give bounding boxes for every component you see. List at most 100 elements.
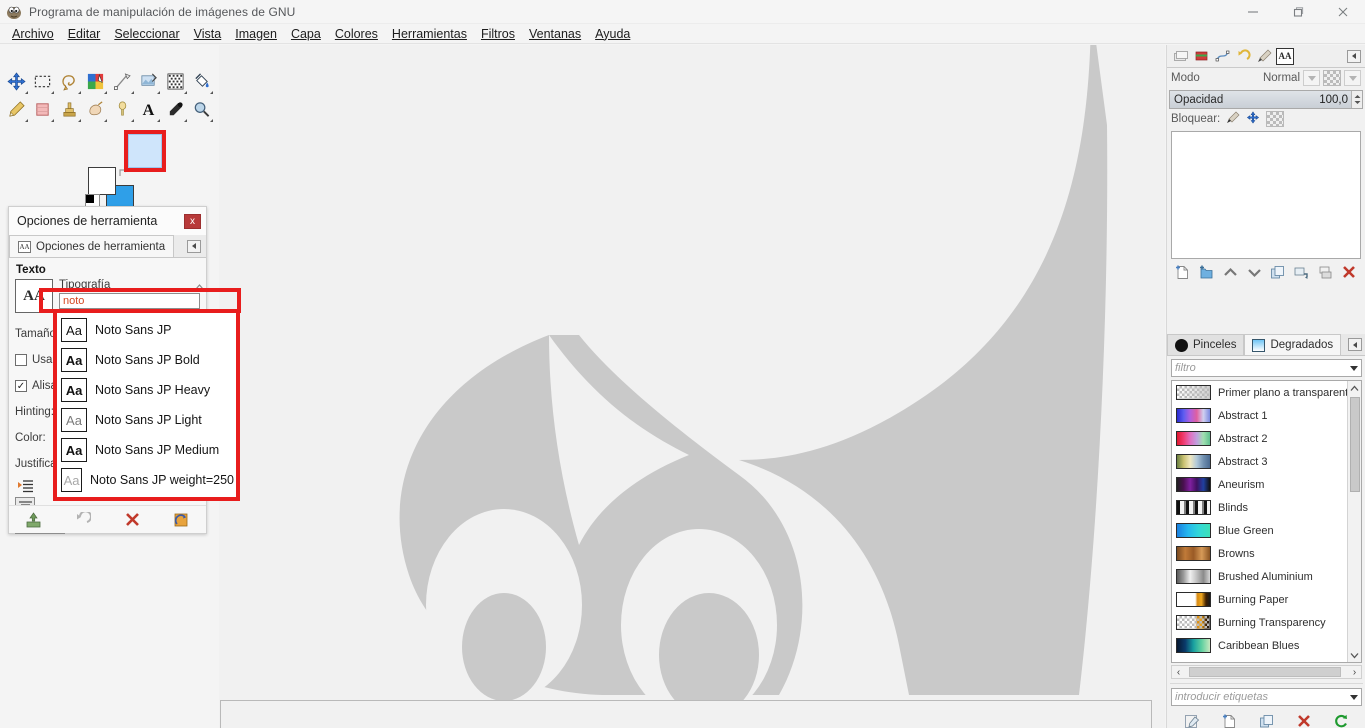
gradients-list[interactable]: Primer plano a transparente Abstract 1 A… (1171, 380, 1362, 663)
fuzzy-select-tool[interactable] (83, 67, 110, 95)
gradient-list-item[interactable]: Browns (1172, 542, 1347, 565)
layer-mode-dropdown[interactable] (1303, 70, 1320, 86)
raise-layer-button[interactable] (1220, 263, 1240, 281)
font-list-scroll-up[interactable] (193, 277, 206, 297)
menu-imagen[interactable]: Imagen (228, 26, 284, 42)
gradient-list-item[interactable]: Burning Transparency (1172, 611, 1347, 634)
restore-tool-preset-button[interactable] (71, 510, 95, 530)
font-dropdown-popup[interactable]: Aa Noto Sans JP Aa Noto Sans JP Bold Aa … (53, 309, 240, 501)
color-picker-tool[interactable] (162, 95, 189, 123)
menu-filtros[interactable]: Filtros (474, 26, 522, 42)
menu-ventanas[interactable]: Ventanas (522, 26, 588, 42)
font-list-item[interactable]: Aa Noto Sans JP weight=250 (59, 465, 234, 495)
gradient-list-item[interactable]: Abstract 1 (1172, 404, 1347, 427)
bucket-fill-tool[interactable] (189, 67, 216, 95)
gradient-list-item[interactable]: Abstract 2 (1172, 427, 1347, 450)
gradients-vertical-scrollbar[interactable] (1347, 381, 1361, 662)
lock-alpha-button[interactable] (1266, 111, 1285, 127)
font-list-item[interactable]: Aa Noto Sans JP Bold (59, 345, 234, 375)
chevron-down-icon[interactable] (1350, 365, 1358, 371)
composite-space-dropdown[interactable] (1344, 70, 1361, 86)
scroll-left-icon[interactable]: ‹ (1172, 667, 1185, 678)
menu-capa[interactable]: Capa (284, 26, 328, 42)
opacity-spinner[interactable] (1351, 91, 1362, 108)
menu-vista[interactable]: Vista (187, 26, 229, 42)
scroll-right-icon[interactable]: › (1348, 667, 1361, 678)
new-layer-button[interactable] (1173, 263, 1193, 281)
save-tool-preset-button[interactable] (22, 510, 46, 530)
menu-herramientas[interactable]: Herramientas (385, 26, 474, 42)
duplicate-layer-button[interactable] (1268, 263, 1288, 281)
new-gradient-button[interactable] (1219, 712, 1239, 728)
antialias-checkbox[interactable]: ✓ (15, 380, 27, 392)
lock-position-button[interactable] (1246, 111, 1260, 127)
foreground-color-swatch[interactable] (88, 167, 116, 195)
gradient-list-item[interactable]: Primer plano a transparente (1172, 381, 1354, 404)
tab-undo-history[interactable] (1234, 48, 1252, 65)
menu-seleccionar[interactable]: Seleccionar (107, 26, 186, 42)
gradient-list-item[interactable]: Blinds (1172, 496, 1347, 519)
gradient-list-item[interactable]: Brushed Aluminium (1172, 565, 1347, 588)
layers-dock-menu-button[interactable] (1347, 49, 1361, 63)
gradient-list-item[interactable]: Blue Green (1172, 519, 1347, 542)
maximize-button[interactable] (1275, 0, 1320, 24)
image-canvas[interactable] (219, 45, 1165, 728)
reset-tool-options-button[interactable] (169, 510, 193, 530)
eraser-tool[interactable] (30, 95, 57, 123)
delete-gradient-button[interactable] (1294, 712, 1314, 728)
tab-gradients-panel[interactable]: Degradados (1244, 334, 1342, 355)
lock-pixels-button[interactable] (1226, 111, 1240, 127)
hscroll-track[interactable] (1185, 667, 1348, 677)
edit-gradient-button[interactable] (1182, 712, 1202, 728)
chevron-down-icon[interactable] (1350, 694, 1358, 700)
tab-channels[interactable] (1192, 48, 1210, 65)
anchor-layer-button[interactable] (1292, 263, 1312, 281)
font-preview-box[interactable]: AA (15, 279, 53, 313)
tool-options-tab-menu-button[interactable] (187, 239, 201, 253)
close-button[interactable] (1320, 0, 1365, 24)
gradient-list-item[interactable]: Caribbean Blues (1172, 634, 1347, 657)
new-layer-group-button[interactable] (1197, 263, 1217, 281)
transform-tool[interactable] (162, 67, 189, 95)
delete-tool-preset-button[interactable] (120, 510, 144, 530)
composite-mode-button[interactable] (1323, 70, 1341, 86)
free-select-tool[interactable] (56, 67, 83, 95)
tab-brushes[interactable] (1255, 48, 1273, 65)
gradient-list-item[interactable]: Abstract 3 (1172, 450, 1347, 473)
crop-tool[interactable] (136, 67, 163, 95)
use-editor-checkbox[interactable] (15, 354, 27, 366)
font-list-item[interactable]: Aa Noto Sans JP Light (59, 405, 234, 435)
move-tool[interactable] (3, 67, 30, 95)
hscroll-thumb[interactable] (1189, 667, 1341, 677)
zoom-tool[interactable] (189, 95, 216, 123)
text-tool[interactable]: A (136, 95, 163, 123)
clone-stamp-tool[interactable] (56, 95, 83, 123)
paths-tool[interactable] (109, 67, 136, 95)
menu-editar[interactable]: Editar (61, 26, 108, 42)
pencil-tool[interactable] (3, 95, 30, 123)
lower-layer-button[interactable] (1244, 263, 1264, 281)
font-list-item[interactable]: Aa Noto Sans JP (59, 315, 234, 345)
layers-list[interactable] (1171, 131, 1361, 259)
scroll-up-icon[interactable] (1350, 381, 1359, 395)
gradients-dock-menu-button[interactable] (1348, 338, 1362, 351)
font-list-item[interactable]: Aa Noto Sans JP Medium (59, 435, 234, 465)
duplicate-gradient-button[interactable] (1256, 712, 1276, 728)
scroll-down-icon[interactable] (1350, 648, 1359, 662)
gradients-tags-input[interactable]: introducir etiquetas (1171, 688, 1362, 706)
menu-archivo[interactable]: Archivo (5, 26, 61, 42)
gradient-list-item[interactable]: Burning Paper (1172, 588, 1347, 611)
tab-layers[interactable] (1171, 48, 1189, 65)
layer-opacity-slider[interactable]: Opacidad 100,0 (1169, 90, 1363, 109)
menu-ayuda[interactable]: Ayuda (588, 26, 637, 42)
gradients-horizontal-scrollbar[interactable]: ‹ › (1171, 665, 1362, 679)
tab-fonts[interactable]: AA (1276, 47, 1294, 65)
smudge-tool[interactable] (83, 95, 110, 123)
tab-paths[interactable] (1213, 48, 1231, 65)
gradients-filter-input[interactable]: filtro (1171, 359, 1362, 377)
menu-colores[interactable]: Colores (328, 26, 385, 42)
dodge-burn-tool[interactable] (109, 95, 136, 123)
tab-brushes-panel[interactable]: Pinceles (1167, 334, 1245, 355)
scrollbar-thumb[interactable] (1349, 397, 1360, 492)
justify-left-button[interactable] (15, 477, 35, 495)
